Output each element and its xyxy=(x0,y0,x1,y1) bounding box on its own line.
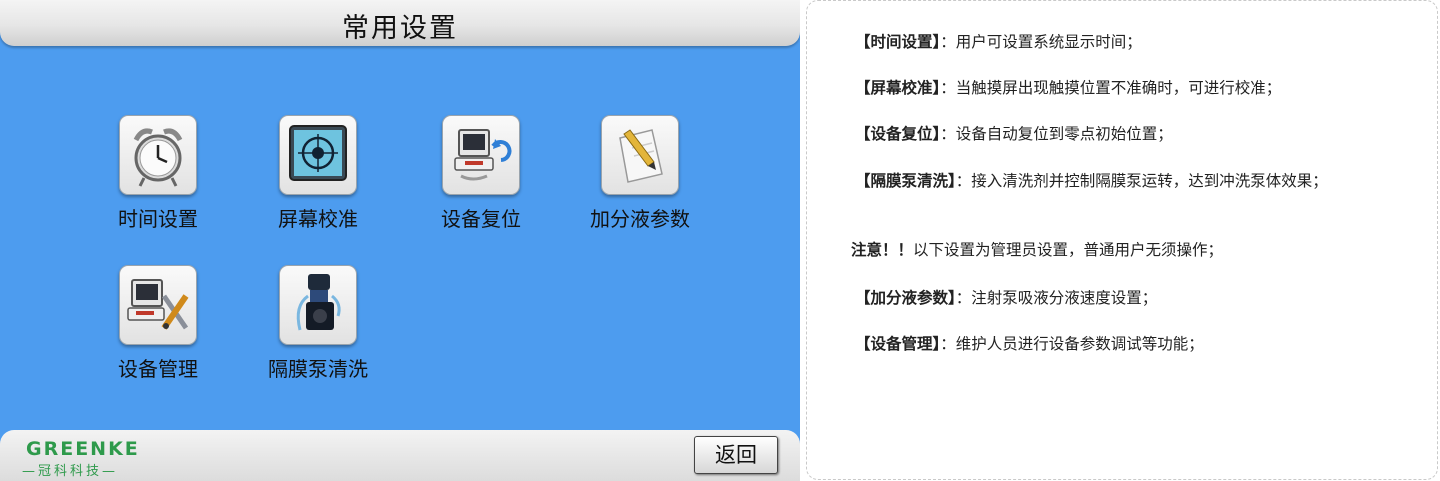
device-reset-button[interactable]: 设备复位 xyxy=(401,115,561,232)
desc-text: ：用户可设置系统显示时间； xyxy=(940,33,1142,51)
dispense-params-label: 加分液参数 xyxy=(590,207,690,231)
desc-key: 【加分液参数】 xyxy=(855,289,956,307)
pencil-paper-icon xyxy=(601,115,679,195)
device-screen: 常用设置 时间设置 屏幕校准 设备复位 加分液参数 设备管理 隔膜泵清洗 GRE… xyxy=(0,0,800,481)
brand-logo-cn: —冠科科技— xyxy=(22,464,119,479)
desc-key: 【设备管理】 xyxy=(855,335,941,353)
alarm-clock-icon xyxy=(119,115,197,195)
time-settings-button[interactable]: 时间设置 xyxy=(78,115,238,232)
back-button[interactable]: 返回 xyxy=(694,436,778,474)
pump-cleaning-button[interactable]: 隔膜泵清洗 xyxy=(238,265,398,382)
computer-tools-icon xyxy=(119,265,197,345)
device-management-label: 设备管理 xyxy=(118,357,198,381)
desc-text: ：注射泵吸液分液速度设置； xyxy=(955,289,1158,307)
page-title: 常用设置 xyxy=(342,13,458,44)
desc-item-calibration: 【屏幕校准】：当触摸屏出现触摸位置不准确时，可进行校准； xyxy=(855,76,1281,98)
bottom-bar: GREENKE —冠科科技— 返回 xyxy=(0,430,800,481)
desc-text: ：接入清洗剂并控制隔膜泵运转，达到冲洗泵体效果； xyxy=(955,172,1328,190)
description-panel: 【时间设置】：用户可设置系统显示时间； 【屏幕校准】：当触摸屏出现触摸位置不准确… xyxy=(806,0,1438,480)
desc-notice: 注意！！以下设置为管理员设置，普通用户无须操作； xyxy=(851,238,1223,260)
screen-calibration-label: 屏幕校准 xyxy=(278,207,358,231)
title-bar: 常用设置 xyxy=(0,0,800,46)
desc-item-reset: 【设备复位】：设备自动复位到零点初始位置； xyxy=(855,122,1173,144)
crosshair-target-icon xyxy=(279,115,357,195)
desc-item-dispense: 【加分液参数】：注射泵吸液分液速度设置； xyxy=(855,286,1157,308)
screen-calibration-button[interactable]: 屏幕校准 xyxy=(238,115,398,232)
desc-key: 【时间设置】 xyxy=(855,33,941,51)
device-reset-label: 设备复位 xyxy=(441,207,521,231)
desc-key: 【屏幕校准】 xyxy=(855,79,941,97)
desc-item-pump: 【隔膜泵清洗】：接入清洗剂并控制隔膜泵运转，达到冲洗泵体效果； xyxy=(855,169,1328,191)
desc-text: 以下设置为管理员设置，普通用户无须操作； xyxy=(913,241,1224,259)
computer-refresh-icon xyxy=(442,115,520,195)
desc-text: ：设备自动复位到零点初始位置； xyxy=(940,125,1173,143)
pump-icon xyxy=(279,265,357,345)
desc-item-management: 【设备管理】：维护人员进行设备参数调试等功能； xyxy=(855,332,1204,354)
desc-text: ：维护人员进行设备参数调试等功能； xyxy=(940,335,1204,353)
desc-key: 【隔膜泵清洗】 xyxy=(855,172,956,190)
desc-item-time: 【时间设置】：用户可设置系统显示时间； xyxy=(855,30,1142,52)
time-settings-label: 时间设置 xyxy=(118,207,198,231)
dispense-params-button[interactable]: 加分液参数 xyxy=(560,115,720,232)
desc-key: 【设备复位】 xyxy=(855,125,941,143)
device-management-button[interactable]: 设备管理 xyxy=(78,265,238,382)
brand-logo: GREENKE xyxy=(26,438,140,460)
desc-key: 注意！！ xyxy=(851,241,914,259)
pump-cleaning-label: 隔膜泵清洗 xyxy=(268,357,368,381)
desc-text: ：当触摸屏出现触摸位置不准确时，可进行校准； xyxy=(940,79,1282,97)
